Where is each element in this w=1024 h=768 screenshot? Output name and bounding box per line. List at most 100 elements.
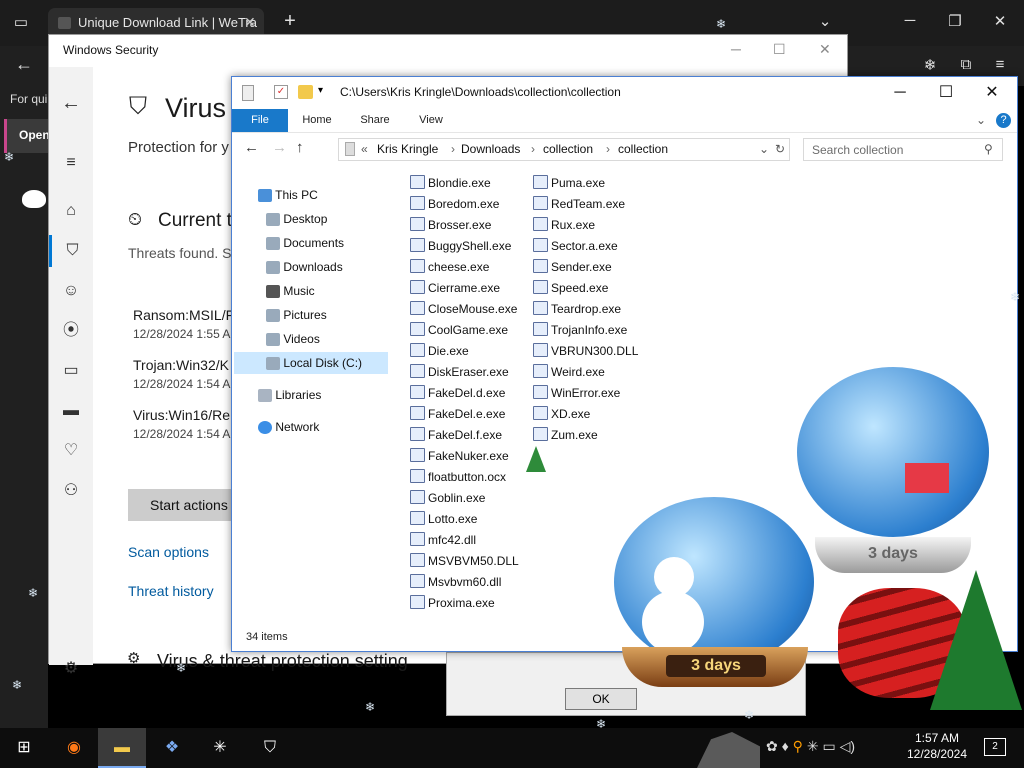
shield-icon[interactable]: ⛉ [49,235,93,267]
start-actions-button[interactable]: Start actions [128,489,232,521]
tab-file[interactable]: File [232,109,288,132]
notification-center-icon[interactable]: 2 [984,738,1006,756]
search-input[interactable]: Search collection ⚲ [803,138,1003,161]
file-item[interactable]: Speed.exe [533,278,608,298]
breadcrumb[interactable]: « Kris Kringle › Downloads › collection … [338,138,790,161]
explorer-minimize-icon[interactable]: ─ [877,77,923,109]
address-dropdown-icon[interactable]: ⌄ [759,139,769,160]
file-item[interactable]: FakeDel.d.exe [410,383,505,403]
start-button-icon[interactable]: ⊞ [0,728,48,768]
back-nav-icon[interactable]: ← [244,139,259,156]
file-explorer-taskbar-icon[interactable]: ▬ [98,728,146,768]
firefox-icon[interactable]: ◉ [50,728,98,768]
scan-options-link[interactable]: Scan options [128,544,209,560]
file-item[interactable]: Cierrame.exe [410,278,500,298]
tray-drop-icon[interactable]: ♦ [782,738,789,754]
tray-snowflake-icon[interactable]: ✳ [807,738,819,754]
file-item[interactable]: Die.exe [410,341,469,361]
back-icon[interactable]: ← [49,87,93,119]
home-icon[interactable]: ⌂ [49,195,93,227]
restore-browser-icon[interactable]: ❐ [945,12,965,30]
tree-downloads[interactable]: Downloads [266,256,343,278]
hamburger-icon[interactable]: ≡ [49,147,93,179]
family-icon[interactable]: ⚇ [49,475,93,507]
tree-documents[interactable]: Documents [266,232,344,254]
tree-desktop[interactable]: Desktop [266,208,327,230]
tab-search-icon[interactable]: ⌄ [815,12,835,30]
file-item[interactable]: Puma.exe [533,173,605,193]
explorer-maximize-icon[interactable]: ☐ [923,77,969,109]
tab-home[interactable]: Home [294,109,340,132]
tray-volume-icon[interactable]: ◁) [840,738,855,754]
crumb-downloads[interactable]: Downloads [461,139,520,160]
file-item[interactable]: Teardrop.exe [533,299,621,319]
threat-history-link[interactable]: Threat history [128,583,214,599]
file-item[interactable]: Zum.exe [533,425,598,445]
file-item[interactable]: CoolGame.exe [410,320,508,340]
file-item[interactable]: DiskEraser.exe [410,362,509,382]
customize-dropdown-icon[interactable]: ▾ [318,85,323,96]
menu-icon[interactable]: ≡ [990,56,1010,73]
tree-pictures[interactable]: Pictures [266,304,327,326]
clock[interactable]: 1:57 AM 12/28/2024 [900,731,974,767]
breadcrumb-overflow-icon[interactable]: « [361,139,368,160]
tray-app-icon[interactable]: ✿ [766,738,778,754]
snowflake-app-icon[interactable]: ✳ [196,728,244,768]
file-item[interactable]: CloseMouse.exe [410,299,517,319]
refresh-icon[interactable]: ↻ [775,139,785,160]
people-app-icon[interactable]: ❖ [148,728,196,768]
file-item[interactable]: Brosser.exe [410,215,491,235]
back-arrow-icon[interactable]: ← [12,54,36,75]
account-icon[interactable]: ☺ [49,275,93,307]
expand-ribbon-icon[interactable]: ⌄ [976,113,986,127]
minimize-browser-icon[interactable]: ─ [900,12,920,29]
new-folder-icon[interactable] [298,85,313,99]
crumb-kris-kringle[interactable]: Kris Kringle [377,139,438,160]
tab-actions-icon[interactable]: ▭ [12,13,30,31]
tree-libraries[interactable]: Libraries [258,384,321,406]
crumb-collection-1[interactable]: collection [543,139,593,160]
file-item[interactable]: VBRUN300.DLL [533,341,638,361]
file-item[interactable]: Weird.exe [533,362,605,382]
extensions-icon[interactable]: ⧉ [956,56,976,73]
crumb-collection-2[interactable]: collection [618,139,668,160]
tree-videos[interactable]: Videos [266,328,320,350]
tab-view[interactable]: View [408,109,454,132]
file-item[interactable]: FakeDel.f.exe [410,425,502,445]
file-item[interactable]: mfc42.dll [410,530,476,550]
tree-network[interactable]: Network [258,416,319,438]
file-item[interactable]: Blondie.exe [410,173,491,193]
health-icon[interactable]: ♡ [49,435,93,467]
file-item[interactable]: XD.exe [533,404,590,424]
file-item[interactable]: Proxima.exe [410,593,495,613]
new-tab-button[interactable]: + [278,10,302,34]
forward-nav-icon[interactable]: → [272,139,287,156]
file-item[interactable]: Goblin.exe [410,488,485,508]
tree-this-pc[interactable]: This PC [258,184,318,206]
tree-music[interactable]: Music [266,280,315,302]
quick-access-icon[interactable] [242,85,254,101]
file-item[interactable]: BuggyShell.exe [410,236,511,256]
file-item[interactable]: WinError.exe [533,383,620,403]
tray-search-icon[interactable]: ⚲ [793,738,803,754]
winsec-minimize-icon[interactable]: ─ [731,41,741,57]
file-item[interactable]: RedTeam.exe [533,194,625,214]
file-item[interactable]: FakeDel.e.exe [410,404,505,424]
file-item[interactable]: Sender.exe [533,257,612,277]
network-icon[interactable]: ⦿ [49,315,93,347]
help-icon[interactable]: ? [996,113,1011,128]
tab-share[interactable]: Share [352,109,398,132]
file-item[interactable]: Msvbvm60.dll [410,572,501,592]
file-item[interactable]: Lotto.exe [410,509,477,529]
extension-snowflake-icon[interactable]: ❄ [920,56,940,74]
settings-gear-icon[interactable]: ⚙ [49,653,93,685]
open-button[interactable]: Open [4,119,50,153]
file-item[interactable]: FakeNuker.exe [410,446,509,466]
file-item[interactable]: Sector.a.exe [533,236,618,256]
properties-icon[interactable]: ✓ [274,85,288,99]
winsec-maximize-icon[interactable]: ☐ [773,41,786,58]
explorer-close-icon[interactable]: ✕ [969,77,1015,109]
file-item[interactable]: floatbutton.ocx [410,467,506,487]
device-security-icon[interactable]: ▬ [49,395,93,427]
file-item[interactable]: cheese.exe [410,257,489,277]
